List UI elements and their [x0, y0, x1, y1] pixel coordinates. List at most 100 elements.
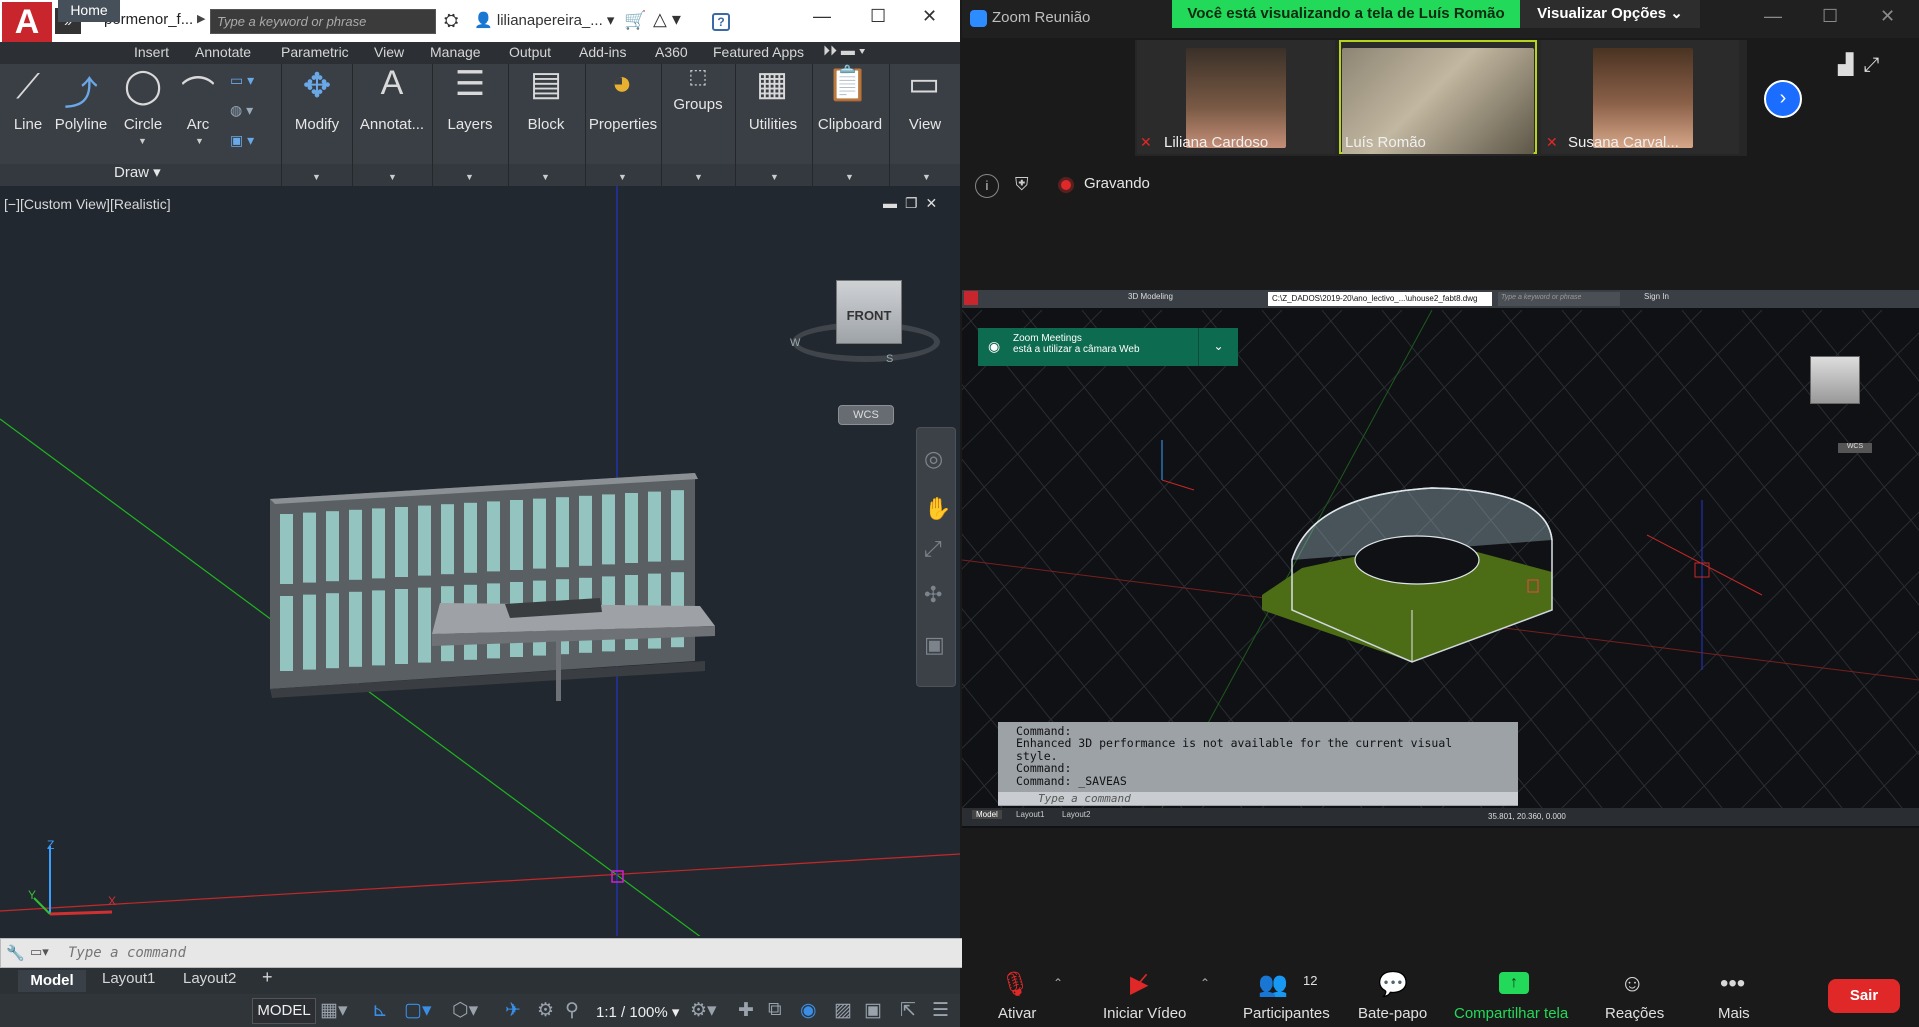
orbit-icon[interactable]: ✣: [924, 582, 942, 608]
view-panel-button[interactable]: View: [900, 116, 950, 133]
properties-panel-button[interactable]: Properties: [587, 116, 659, 133]
draw-panel-label[interactable]: Draw ▾: [114, 163, 161, 181]
user-signin-menu[interactable]: 👤 lilianapereira_... ▾: [474, 11, 614, 29]
participants-button[interactable]: Participantes: [1243, 1005, 1330, 1022]
tab-parametric[interactable]: Parametric: [281, 44, 349, 60]
viewport-controls-label[interactable]: [−][Custom View][Realistic]: [4, 196, 171, 212]
more-button[interactable]: Mais: [1718, 1005, 1750, 1022]
meeting-info-icon[interactable]: i: [975, 174, 999, 198]
participants-icon[interactable]: 👥: [1258, 970, 1288, 999]
tab-model[interactable]: Model: [18, 970, 86, 992]
wcs-menu[interactable]: WCS: [838, 405, 894, 425]
arc-button[interactable]: Arc: [178, 116, 218, 133]
autocad-app-menu-button[interactable]: A: [2, 2, 52, 42]
circle-button[interactable]: Circle: [118, 116, 168, 133]
zoom-minimize-icon[interactable]: —: [1764, 6, 1782, 27]
chevron-down-icon[interactable]: ▼: [388, 172, 397, 182]
zoom-close-icon[interactable]: ✕: [1880, 6, 1895, 27]
dynamic-ucs-icon[interactable]: ✈: [505, 999, 521, 1022]
layers-panel-button[interactable]: Layers: [438, 116, 502, 133]
region-icon[interactable]: ▣ ▾: [230, 132, 254, 149]
more-tabs-icon[interactable]: ⏵⏵ ▬ ▾: [823, 42, 866, 59]
autocad-search-input[interactable]: Type a keyword or phrase: [210, 9, 436, 34]
unmute-button[interactable]: Ativar: [998, 1005, 1036, 1022]
help-icon[interactable]: ?: [712, 13, 730, 31]
fullscreen-icon[interactable]: ⇱: [900, 999, 916, 1022]
tab-layout2[interactable]: Layout2: [183, 970, 236, 987]
annotation-panel-button[interactable]: Annotat...: [356, 116, 428, 133]
command-history-icon[interactable]: ▭▾: [30, 944, 49, 960]
chat-button[interactable]: Bate-papo: [1358, 1005, 1427, 1022]
share-screen-button[interactable]: Compartilhar tela: [1454, 1005, 1568, 1022]
reactions-button[interactable]: Reações: [1605, 1005, 1664, 1022]
chevron-down-icon[interactable]: ▼: [541, 172, 550, 182]
utilities-panel-button[interactable]: Utilities: [739, 116, 807, 133]
audio-options-chevron-icon[interactable]: ⌃: [1053, 976, 1063, 990]
tab-home[interactable]: Home: [58, 0, 120, 22]
video-off-icon[interactable]: ▶̸: [1130, 970, 1148, 999]
chevron-down-icon[interactable]: ▼: [465, 172, 474, 182]
gallery-view-controls[interactable]: ▟⤢: [1838, 52, 1889, 77]
wrench-icon[interactable]: 🔧: [6, 944, 25, 962]
zoom-maximize-icon[interactable]: ☐: [1822, 6, 1838, 27]
tab-featured-apps[interactable]: Featured Apps: [713, 44, 804, 60]
model-canvas[interactable]: [0, 186, 960, 936]
block-panel-button[interactable]: Block: [514, 116, 578, 133]
steering-wheel-icon[interactable]: ◎: [924, 446, 943, 472]
settings-gear-icon[interactable]: ⚙▾: [690, 999, 717, 1022]
mic-muted-icon[interactable]: 🎙: [1000, 970, 1030, 999]
chevron-down-icon[interactable]: ▼: [922, 172, 931, 182]
line-button[interactable]: Line: [8, 116, 48, 133]
chevron-down-icon[interactable]: ▼: [770, 172, 779, 182]
rectangle-icon[interactable]: ▭ ▾: [230, 72, 254, 89]
viewport-window-controls[interactable]: ▬❐✕: [883, 195, 945, 212]
leave-meeting-button[interactable]: Sair: [1828, 979, 1900, 1013]
search-expand-icon[interactable]: ▶: [197, 12, 205, 25]
polyline-button[interactable]: Polyline: [52, 116, 110, 133]
ortho-icon[interactable]: ⊾: [372, 999, 388, 1022]
command-input[interactable]: [68, 943, 948, 963]
tab-manage[interactable]: Manage: [430, 44, 481, 60]
chevron-down-icon[interactable]: ▼: [138, 136, 147, 146]
close-icon[interactable]: ✕: [922, 6, 937, 27]
isolate-objects-icon[interactable]: ▨: [834, 999, 852, 1022]
hatch-icon[interactable]: ◍ ▾: [230, 102, 253, 119]
minimize-icon[interactable]: —: [813, 6, 831, 27]
tab-layout1[interactable]: Layout1: [102, 970, 155, 987]
chevron-down-icon[interactable]: ▼: [694, 172, 703, 182]
next-page-arrow-icon[interactable]: ›: [1764, 80, 1802, 118]
customization-menu-icon[interactable]: ☰: [932, 999, 949, 1022]
cart-icon[interactable]: 🛒: [624, 10, 646, 31]
tab-a360[interactable]: A360: [655, 44, 688, 60]
add-layout-icon[interactable]: +: [262, 967, 273, 988]
chevron-down-icon[interactable]: ▼: [618, 172, 627, 182]
viewcube-front[interactable]: FRONT: [836, 280, 902, 344]
start-video-button[interactable]: Iniciar Vídeo: [1103, 1005, 1186, 1022]
groups-panel-button[interactable]: Groups: [666, 96, 730, 113]
showmotion-icon[interactable]: ▣: [924, 632, 945, 658]
tab-addins[interactable]: Add-ins: [579, 44, 626, 60]
annotation-scale[interactable]: 1:1 / 100% ▾: [596, 1003, 679, 1021]
a360-icon[interactable]: △ ▾: [653, 9, 681, 30]
reactions-icon[interactable]: ☺: [1620, 970, 1645, 998]
chevron-down-icon[interactable]: ▼: [312, 172, 321, 182]
chevron-down-icon[interactable]: ▼: [195, 136, 204, 146]
maximize-icon[interactable]: ☐: [870, 6, 886, 27]
more-dots-icon[interactable]: •••: [1720, 970, 1745, 998]
zoom-extents-icon[interactable]: ⤢: [924, 536, 942, 562]
model-space-toggle[interactable]: MODEL: [252, 998, 316, 1024]
chat-icon[interactable]: 💬: [1378, 970, 1408, 999]
toast-chevron-down-icon[interactable]: ⌄: [1198, 328, 1238, 366]
tab-view[interactable]: View: [374, 44, 404, 60]
tab-output[interactable]: Output: [509, 44, 551, 60]
clipboard-panel-button[interactable]: Clipboard: [814, 116, 886, 133]
clean-screen-icon[interactable]: ▣: [864, 999, 882, 1022]
annotation-monitor-icon[interactable]: ⧉: [768, 999, 782, 1021]
modify-panel-button[interactable]: Modify: [287, 116, 347, 133]
chevron-down-icon[interactable]: ▼: [845, 172, 854, 182]
grid-icon[interactable]: ▦▾: [320, 999, 348, 1022]
selection-filter-icon[interactable]: ⚙: [537, 999, 554, 1022]
pan-icon[interactable]: ✋: [924, 496, 951, 522]
share-screen-icon[interactable]: ↑: [1499, 972, 1529, 994]
video-options-chevron-icon[interactable]: ⌃: [1200, 976, 1210, 990]
